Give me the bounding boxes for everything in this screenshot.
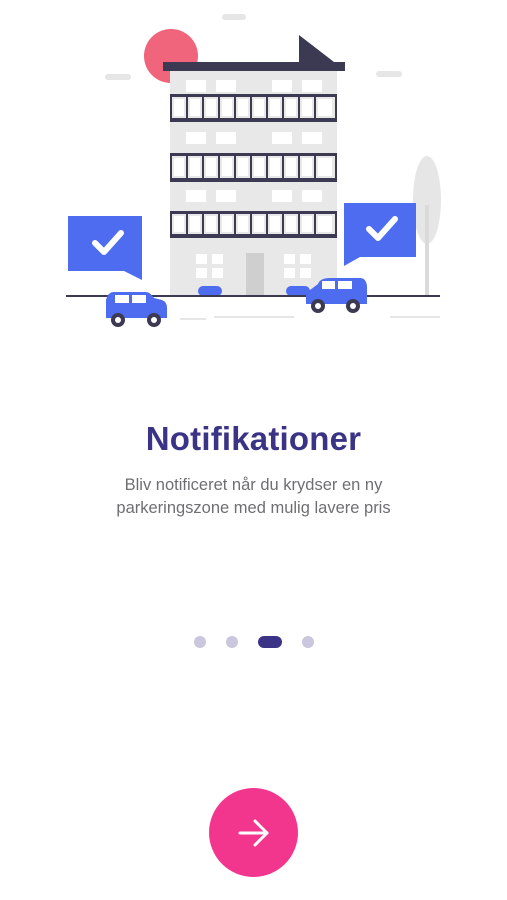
arrow-right-icon: [238, 819, 268, 846]
onboarding-title: Notifikationer: [145, 420, 362, 457]
onboarding-illustration: [0, 0, 507, 340]
page-dot-4[interactable]: [301, 636, 314, 648]
onboarding-description: Bliv notificeret når du krydser en ny pa…: [116, 476, 391, 517]
page-dot-1[interactable]: [193, 636, 206, 648]
next-button[interactable]: [209, 788, 298, 877]
page-dot-3-active[interactable]: [257, 636, 282, 648]
page-dot-2[interactable]: [225, 636, 238, 648]
page-indicator: [0, 634, 507, 650]
